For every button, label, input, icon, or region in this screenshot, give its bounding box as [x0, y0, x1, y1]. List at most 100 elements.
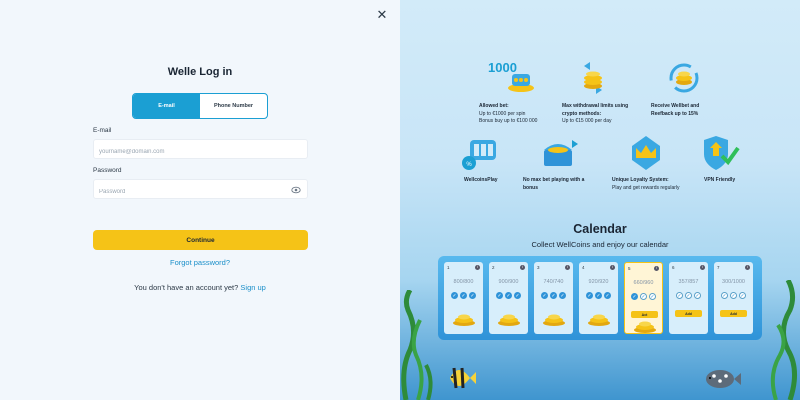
- feature-wellbet-reefback: Receive Wellbet and Reefback up to 15%: [651, 103, 716, 118]
- day-number: 5: [628, 266, 631, 271]
- info-icon[interactable]: i: [745, 265, 750, 270]
- login-title: Welle Log in: [167, 66, 233, 78]
- forgot-password-link[interactable]: Forgot password?: [0, 258, 400, 267]
- calendar-box: 1 i 800/800 ✓ ✓ ✓ 2 i 900/900 ✓ ✓ ✓ 3 i …: [438, 256, 762, 340]
- calendar-title: Calendar: [573, 222, 627, 236]
- day-checks: ✓ ✓ ✓: [714, 292, 753, 299]
- calendar-subtitle: Collect WellCoins and enjoy our calendar: [531, 240, 669, 249]
- feature-title: WellcoinsPlay: [464, 177, 498, 183]
- check-icon: ✓: [595, 292, 602, 299]
- promo-panel: 1000 Allowed bet: Up to €1000 per spin B…: [400, 0, 800, 400]
- day-action-button[interactable]: Act: [631, 311, 658, 318]
- check-icon: ✓: [496, 292, 503, 299]
- day-action-button[interactable]: Add: [720, 310, 747, 317]
- check-icon: ✓: [721, 292, 728, 299]
- feature-line: Up to €15 000 per day: [562, 118, 612, 124]
- coins-pile-icon: [588, 314, 610, 326]
- continue-button[interactable]: Continue: [93, 230, 308, 250]
- calendar-day-card: 3 i 740/740 ✓ ✓ ✓: [534, 262, 573, 334]
- vpn-shield-icon: [704, 136, 740, 170]
- check-icon: ✓: [586, 292, 593, 299]
- feature-title: Max withdrawal limits using crypto metho…: [562, 103, 629, 117]
- check-icon: ✓: [631, 293, 638, 300]
- day-checks: ✓ ✓ ✓: [534, 292, 573, 299]
- pufferfish-decoration: [706, 370, 741, 388]
- check-icon: ✓: [505, 292, 512, 299]
- info-icon[interactable]: i: [610, 265, 615, 270]
- coins-pile-icon: [543, 314, 565, 326]
- check-icon: ✓: [550, 292, 557, 299]
- info-icon[interactable]: i: [475, 265, 480, 270]
- signup-row: You don't have an account yet? Sign up: [0, 283, 400, 292]
- day-progress: 900/900: [498, 279, 519, 285]
- login-panel: ✕ Welle Log in E-mail Phone Number E-mai…: [0, 0, 400, 400]
- day-checks: ✓ ✓ ✓: [579, 292, 618, 299]
- calendar-day-card: 7 i 300/1000 ✓ ✓ ✓ Add: [714, 262, 753, 334]
- check-icon: ✓: [649, 293, 656, 300]
- feature-title: Unique Loyalty System:: [612, 177, 669, 183]
- info-icon[interactable]: i: [700, 265, 705, 270]
- feature-title: No max bet playing with a bonus: [523, 177, 585, 191]
- feature-no-max-bet: No max bet playing with a bonus: [523, 177, 593, 192]
- password-field-wrapper: [93, 179, 308, 201]
- check-icon: ✓: [739, 292, 746, 299]
- tab-email[interactable]: E-mail: [133, 94, 200, 118]
- feature-line: Bonus buy up to €100 000: [479, 118, 538, 124]
- svg-text:%: %: [466, 162, 472, 168]
- day-progress: 800/800: [453, 279, 474, 285]
- feature-loyalty-system: Unique Loyalty System: Play and get rewa…: [612, 177, 682, 192]
- info-icon[interactable]: i: [520, 265, 525, 270]
- seaweed-right-decoration: [770, 280, 797, 400]
- feature-title: VPN Friendly: [704, 177, 736, 183]
- day-progress: 740/740: [543, 279, 564, 285]
- angelfish-decoration: [450, 367, 476, 389]
- info-icon[interactable]: i: [565, 265, 570, 270]
- coins-pile-icon: [453, 314, 475, 326]
- day-number: 4: [582, 265, 585, 270]
- check-icon: ✓: [451, 292, 458, 299]
- feature-title: Allowed bet:: [479, 103, 509, 109]
- treasure-chest-icon: [544, 140, 578, 166]
- check-icon: ✓: [676, 292, 683, 299]
- day-checks: ✓ ✓ ✓: [669, 292, 708, 299]
- check-icon: ✓: [541, 292, 548, 299]
- close-icon[interactable]: ✕: [375, 8, 389, 22]
- password-field[interactable]: [94, 183, 307, 201]
- slot-coins-icon: [508, 74, 534, 92]
- no-account-text: You don't have an account yet?: [134, 283, 239, 292]
- day-number: 3: [537, 265, 540, 270]
- day-progress: 920/920: [588, 279, 609, 285]
- crown-icon: [632, 136, 660, 170]
- day-action-button[interactable]: Add: [675, 310, 702, 317]
- feature-line: Up to €1000 per spin: [479, 110, 526, 117]
- eye-icon[interactable]: [291, 185, 301, 195]
- login-method-toggle: E-mail Phone Number: [132, 93, 268, 119]
- check-icon: ✓: [559, 292, 566, 299]
- day-progress: 660/960: [633, 280, 654, 286]
- feature-max-withdrawal: Max withdrawal limits using crypto metho…: [562, 103, 637, 126]
- signup-link[interactable]: Sign up: [240, 283, 265, 292]
- coins-arrows-icon: [584, 62, 602, 94]
- wellcoins-play-icon: %: [462, 140, 496, 170]
- feature-wellcoins-play: WellcoinsPlay: [464, 177, 524, 185]
- info-icon[interactable]: i: [654, 266, 659, 271]
- coins-pile-icon: [498, 314, 520, 326]
- tab-phone-number[interactable]: Phone Number: [200, 94, 267, 118]
- feature-allowed-bet: Allowed bet: Up to €1000 per spin Bonus …: [479, 103, 559, 126]
- check-icon: ✓: [460, 292, 467, 299]
- feature-line: Play and get rewards regularly: [612, 184, 680, 191]
- email-field-wrapper: [93, 139, 308, 161]
- day-progress: 300/1000: [722, 279, 745, 285]
- check-icon: ✓: [514, 292, 521, 299]
- day-checks: ✓ ✓ ✓: [489, 292, 528, 299]
- email-field[interactable]: [94, 143, 307, 161]
- coins-pile-icon: [634, 321, 656, 333]
- email-label: E-mail: [93, 127, 112, 134]
- day-number: 6: [672, 265, 675, 270]
- feature-vpn-friendly: VPN Friendly: [704, 177, 754, 185]
- calendar-day-card: 2 i 900/900 ✓ ✓ ✓: [489, 262, 528, 334]
- calendar-day-card: 1 i 800/800 ✓ ✓ ✓: [444, 262, 483, 334]
- check-icon: ✓: [640, 293, 647, 300]
- day-checks: ✓ ✓ ✓: [625, 293, 662, 300]
- day-number: 2: [492, 265, 495, 270]
